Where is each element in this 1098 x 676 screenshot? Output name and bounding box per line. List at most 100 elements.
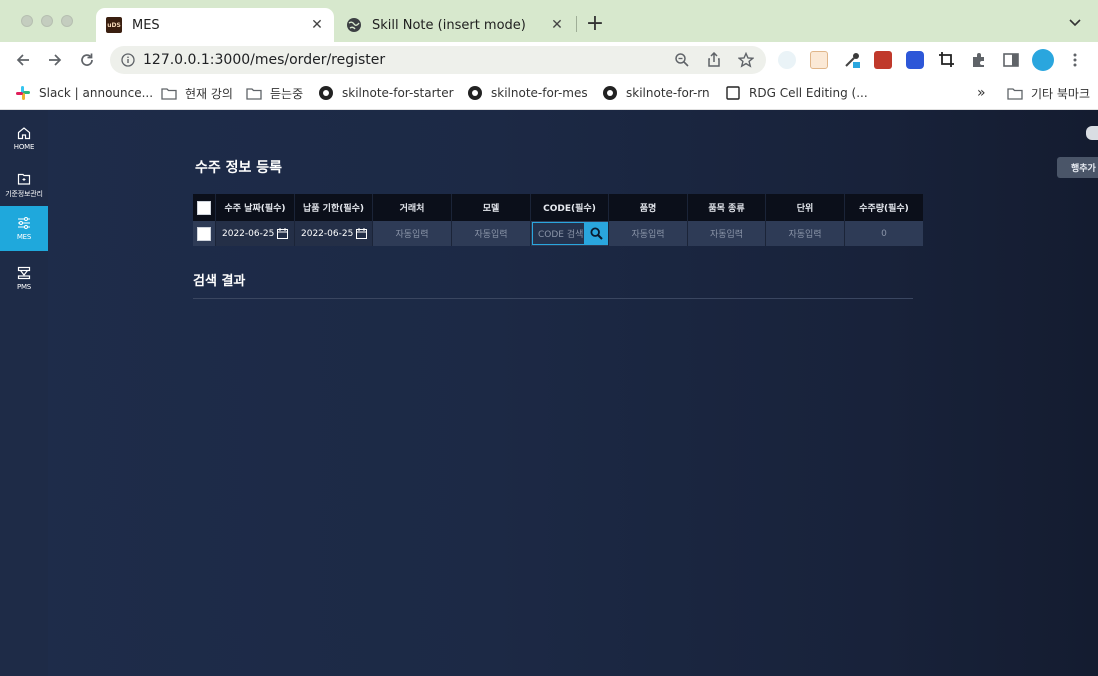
browser-tab-strip: uDS MES ✕ Skill Note (insert mode) ✕ + <box>0 0 1098 42</box>
tab-search-chevron-icon[interactable] <box>1066 14 1084 32</box>
tab-title: Skill Note (insert mode) <box>372 17 526 33</box>
bookmarks-overflow-chevron[interactable]: » <box>977 85 986 101</box>
bookmark-label: Slack | announce... <box>39 86 154 100</box>
bookmark-folder-current-lecture[interactable]: 현재 강의 <box>161 85 233 102</box>
header-model: 모델 <box>452 194 531 221</box>
mes-favicon-icon: uDS <box>106 17 122 33</box>
back-arrow-icon[interactable] <box>13 50 33 70</box>
calendar-icon[interactable] <box>277 228 289 239</box>
sidebar-item-home[interactable]: HOME <box>0 116 48 160</box>
order-date-field[interactable]: 2022-06-25 <box>216 221 295 246</box>
extension-capture-icon[interactable] <box>938 51 956 69</box>
header-due-date: 납품 기한(필수) <box>295 194 373 221</box>
item-type-cell: 자동입력 <box>688 221 766 246</box>
url-text: 127.0.0.1:3000/mes/order/register <box>143 52 385 68</box>
unit-cell: 자동입력 <box>766 221 845 246</box>
sidebar-item-label: HOME <box>13 142 35 151</box>
sidebar-item-label: MES <box>16 233 32 241</box>
order-date-value: 2022-06-25 <box>222 228 275 239</box>
select-all-checkbox[interactable] <box>197 200 211 215</box>
extension-palette-icon[interactable] <box>778 51 796 69</box>
tab-title: MES <box>132 17 160 33</box>
extension-red-icon[interactable] <box>874 51 892 69</box>
window-close-dot[interactable] <box>21 15 33 27</box>
bookmark-label: RDG Cell Editing (... <box>749 86 868 100</box>
sidebar-item-pms[interactable]: PMS <box>0 256 48 300</box>
folder-icon <box>246 87 262 100</box>
code-search-input[interactable]: CODE 검색 <box>532 222 585 245</box>
bookmark-skilnote-starter[interactable]: skilnote-for-starter <box>318 85 454 101</box>
header-item-name: 품명 <box>609 194 688 221</box>
bookmark-label: 듣는중 <box>270 87 304 101</box>
extensions-puzzle-icon[interactable] <box>970 51 988 69</box>
slack-icon <box>16 86 30 100</box>
close-icon[interactable]: ✕ <box>548 16 566 34</box>
code-search-button[interactable] <box>585 222 608 245</box>
reload-icon[interactable] <box>77 50 97 70</box>
side-panel-icon[interactable] <box>1002 51 1020 69</box>
extension-eyedropper-icon[interactable] <box>843 51 861 69</box>
search-icon <box>590 227 603 240</box>
header-unit: 단위 <box>766 194 845 221</box>
bookmark-folder-listening[interactable]: 듣는중 <box>246 85 303 102</box>
bookmark-folder-other[interactable]: 기타 북마크 <box>1007 85 1090 102</box>
profile-avatar[interactable] <box>1032 49 1054 71</box>
extension-calendar-icon[interactable] <box>810 51 828 69</box>
header-quantity: 수주량(필수) <box>859 204 909 214</box>
sidebar-item-label: 기준정보관리 <box>5 189 43 198</box>
url-path: :3000/mes/order/register <box>209 52 386 68</box>
bookmark-skilnote-mes[interactable]: skilnote-for-mes <box>467 85 588 101</box>
info-icon[interactable] <box>121 53 135 67</box>
add-row-button[interactable]: 행추가 <box>1057 157 1098 178</box>
window-minimize-dot[interactable] <box>41 15 53 27</box>
address-bar[interactable]: 127.0.0.1:3000/mes/order/register <box>110 46 766 74</box>
header-select-all[interactable] <box>193 194 216 221</box>
bookmark-label: 현재 강의 <box>185 87 233 101</box>
row-checkbox[interactable] <box>197 226 211 241</box>
github-icon <box>468 86 482 100</box>
table-row: 2022-06-25 2022-06-25 자동입력 자동입력 CODE 검색 … <box>193 221 923 246</box>
header-order-date: 수주 날짜(필수) <box>216 194 295 221</box>
share-icon[interactable] <box>706 52 722 68</box>
close-icon[interactable]: ✕ <box>308 16 326 34</box>
header-item-type: 품목 종류 <box>688 194 766 221</box>
page-icon <box>726 86 740 100</box>
model-cell: 자동입력 <box>452 221 531 246</box>
machine-icon <box>17 266 31 279</box>
folder-icon <box>1007 87 1023 100</box>
bookmark-rdg-cell-editing[interactable]: RDG Cell Editing (... <box>725 85 868 101</box>
folder-icon <box>17 173 31 185</box>
home-icon <box>17 126 31 139</box>
edge-handle[interactable] <box>1086 126 1098 140</box>
tab-mes[interactable]: uDS MES ✕ <box>96 8 334 42</box>
bookmark-slack[interactable]: Slack | announce... <box>15 85 153 101</box>
globe-icon <box>347 18 361 32</box>
forward-arrow-icon[interactable] <box>45 50 65 70</box>
bookmark-skilnote-rn[interactable]: skilnote-for-rn <box>602 85 710 101</box>
url-host: 127.0.0.1 <box>143 52 210 68</box>
folder-icon <box>161 87 177 100</box>
due-date-value: 2022-06-25 <box>301 228 354 239</box>
sidebar-item-mes[interactable]: MES <box>0 206 48 251</box>
bookmarks-bar: Slack | announce... 현재 강의 듣는중 skilnote-f… <box>0 78 1098 110</box>
new-tab-plus-icon[interactable]: + <box>584 11 606 36</box>
code-search-cell: CODE 검색 <box>531 221 609 246</box>
due-date-field[interactable]: 2022-06-25 <box>295 221 373 246</box>
sidebar-item-master-data[interactable]: 기준정보관리 <box>0 163 48 207</box>
menu-kebab-icon[interactable] <box>1066 51 1084 69</box>
star-icon[interactable] <box>738 52 754 68</box>
window-zoom-dot[interactable] <box>61 15 73 27</box>
zoom-icon[interactable] <box>674 52 690 68</box>
row-select-cell[interactable] <box>193 221 216 246</box>
sidebar-item-label: PMS <box>16 282 32 291</box>
quantity-field[interactable]: 0 <box>845 221 923 246</box>
mes-app: HOME 기준정보관리 MES PMS 수주 정보 등록 수주 날짜(필수) 납… <box>0 110 1098 676</box>
browser-toolbar: 127.0.0.1:3000/mes/order/register <box>0 42 1098 78</box>
tab-skill-note[interactable]: Skill Note (insert mode) ✕ <box>338 8 574 42</box>
github-icon <box>603 86 617 100</box>
extension-video-icon[interactable] <box>906 51 924 69</box>
order-register-table: 수주 날짜(필수) 납품 기한(필수) 거래처 모델 CODE(필수) 품명 품… <box>193 194 923 246</box>
header-code: CODE(필수) <box>531 194 609 221</box>
table-header-row: 수주 날짜(필수) 납품 기한(필수) 거래처 모델 CODE(필수) 품명 품… <box>193 194 923 221</box>
calendar-icon[interactable] <box>356 228 368 239</box>
